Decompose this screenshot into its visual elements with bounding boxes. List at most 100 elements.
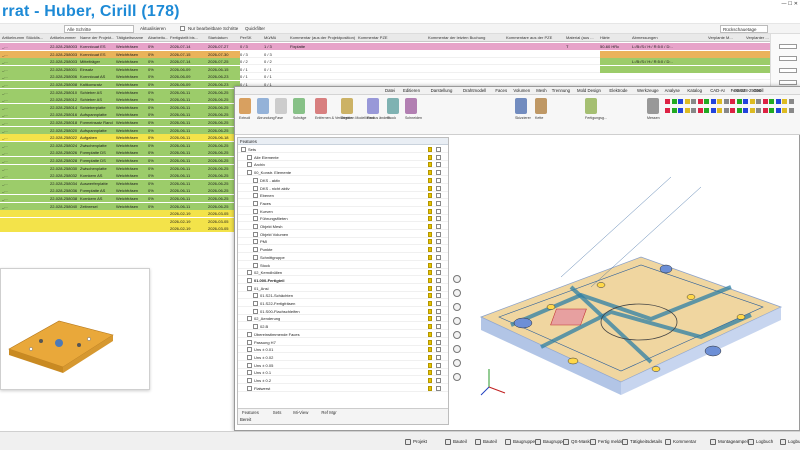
feature-tree-item[interactable]: Uns ± 0.02 [238, 354, 448, 361]
features-tab[interactable]: Features [242, 410, 259, 415]
palette-swatch-icon[interactable] [691, 108, 696, 113]
column-header[interactable]: Tätigkeitsname [116, 35, 146, 40]
visibility-bulb-icon[interactable] [428, 293, 432, 299]
column-header[interactable]: Abmessungen [632, 35, 706, 40]
column-header[interactable]: Mü/Mü [264, 35, 288, 40]
ribbon-tool-button[interactable] [315, 98, 327, 114]
palette-swatch-icon[interactable] [749, 108, 755, 113]
feature-tree-item[interactable]: DKS - aktiv [238, 177, 448, 184]
feature-checkbox[interactable] [436, 347, 441, 353]
visibility-bulb-icon[interactable] [428, 385, 432, 391]
ribbon-tool-button[interactable] [515, 98, 527, 114]
refresh-button[interactable]: Aktualisieren [140, 25, 166, 33]
table-row[interactable]: _... 22-028-258003 Mittelträger Weichfräsen… [0, 58, 800, 66]
cad-menu-item[interactable]: Mesh [536, 88, 547, 93]
feature-checkbox[interactable] [436, 270, 441, 276]
column-header[interactable]: Kommentar PZE [358, 35, 426, 40]
feature-checkbox[interactable] [436, 354, 441, 360]
feature-checkbox[interactable] [436, 324, 441, 330]
cad-menu-item[interactable]: Werkzeuge [637, 88, 659, 93]
action-button[interactable]: QS-Maske [563, 437, 592, 446]
visibility-bulb-icon[interactable] [428, 324, 432, 330]
feature-checkbox[interactable] [436, 231, 441, 237]
side-option-1[interactable] [779, 44, 797, 49]
visibility-bulb-icon[interactable] [428, 170, 432, 176]
action-button[interactable]: Logbuch [748, 437, 773, 446]
palette-swatch-icon[interactable] [756, 99, 761, 104]
feature-checkbox[interactable] [436, 208, 441, 214]
cad-menu-item[interactable]: Analyse [665, 88, 680, 93]
column-header[interactable]: Härte [600, 35, 630, 40]
feature-tree-item[interactable]: Punkte [238, 246, 448, 254]
action-button[interactable]: Montageampel [710, 437, 748, 446]
cad-window[interactable]: 00-028-25008 Datei Editieren Darstellung Dr… [234, 86, 800, 431]
cad-menu-item[interactable]: Geoll [753, 88, 763, 93]
feature-tree-item[interactable]: Objekt Mesh [238, 223, 448, 230]
palette-swatch-icon[interactable] [782, 108, 787, 113]
side-option-4[interactable] [779, 80, 797, 85]
column-header[interactable]: Verplante M... [708, 35, 744, 40]
feature-tree-item[interactable]: Übereinstimmende Faces [238, 331, 448, 338]
palette-swatch-icon[interactable] [710, 99, 716, 104]
action-button[interactable]: Bauteil [475, 437, 497, 446]
cad-menu-item[interactable]: Katalog [687, 88, 702, 93]
feature-checkbox[interactable] [436, 308, 441, 314]
palette-swatch-icon[interactable] [671, 108, 677, 113]
feature-checkbox[interactable] [436, 224, 441, 229]
feature-checkbox[interactable] [436, 200, 441, 206]
palette-swatch-icon[interactable] [697, 99, 703, 104]
palette-swatch-icon[interactable] [730, 99, 735, 104]
feature-tree-item[interactable]: Flatwerst [238, 385, 448, 392]
cad-menu-item[interactable]: Volumen [513, 88, 530, 93]
visibility-bulb-icon[interactable] [428, 185, 432, 191]
feature-checkbox[interactable] [436, 301, 441, 306]
cad-menu-item[interactable]: Drahtmodell [463, 88, 486, 93]
ribbon-tool-button[interactable] [535, 98, 547, 114]
feature-checkbox[interactable] [436, 254, 441, 260]
feature-tree-item[interactable]: Ebenen [238, 192, 448, 200]
table-row[interactable]: _... 22-028-258003 Kornnicuat ES Weichfräse… [0, 50, 800, 58]
feature-tree-item[interactable]: Uns ± 0.01 [238, 346, 448, 354]
rueckschau-select[interactable]: Rückschauetage [720, 25, 768, 33]
feature-tree-item[interactable]: Kurven [238, 208, 448, 215]
palette-swatch-icon[interactable] [678, 108, 683, 113]
column-header[interactable]: Fertigstellt bis... [170, 35, 206, 40]
palette-swatch-icon[interactable] [743, 99, 748, 104]
side-option-2[interactable] [779, 56, 797, 61]
palette-swatch-icon[interactable] [762, 108, 768, 113]
feature-tree-item[interactable]: DKS - nicht aktiv [238, 185, 448, 192]
feature-checkbox[interactable] [436, 293, 441, 299]
visibility-bulb-icon[interactable] [428, 362, 432, 368]
cad-menu-item[interactable]: CAD-AI [710, 88, 725, 93]
action-button[interactable]: Kommentar [665, 437, 696, 446]
visibility-bulb-icon[interactable] [428, 147, 432, 152]
feature-tree-item[interactable]: 01.S21-Schächten [238, 292, 448, 300]
feature-tree-item[interactable]: Objekt Volumen [238, 231, 448, 238]
cad-menu-item[interactable]: Elektrode [609, 88, 627, 93]
only-edited-checkbox[interactable] [180, 26, 185, 31]
features-tab[interactable]: Mi-View [293, 410, 308, 415]
cad-menu-item[interactable]: Mold Design [577, 88, 601, 93]
feature-checkbox[interactable] [436, 385, 441, 391]
column-header[interactable]: Kommentar der letzten Buchung [428, 35, 504, 40]
ribbon-tool-button[interactable] [647, 98, 659, 114]
table-row[interactable]: _... 22-028-258001 Einsatz Weichfräsen 0% 202… [0, 65, 800, 73]
palette-swatch-icon[interactable] [769, 108, 774, 113]
features-tab[interactable]: Ref Mgr [321, 410, 336, 415]
feature-tree-item[interactable]: 01.S00-Flachschleifen [238, 308, 448, 315]
palette-swatch-icon[interactable] [723, 99, 729, 104]
feature-tree-item[interactable]: Stock [238, 262, 448, 269]
palette-swatch-icon[interactable] [788, 108, 794, 113]
window-controls[interactable]: — ☐ ✕ [782, 1, 798, 7]
feature-tree-item[interactable]: Passung H7 [238, 339, 448, 346]
palette-swatch-icon[interactable] [665, 108, 670, 113]
visibility-bulb-icon[interactable] [428, 301, 432, 306]
palette-swatch-icon[interactable] [710, 108, 716, 113]
palette-swatch-icon[interactable] [775, 108, 781, 113]
visibility-bulb-icon[interactable] [428, 231, 432, 237]
column-header[interactable]: Artikelnummer [50, 35, 78, 40]
action-button[interactable]: Logbuch [780, 437, 800, 446]
column-header[interactable]: PerSK [240, 35, 262, 40]
feature-tree-item[interactable]: Uns ± 0.1 [238, 369, 448, 377]
side-option-3[interactable] [779, 68, 797, 73]
